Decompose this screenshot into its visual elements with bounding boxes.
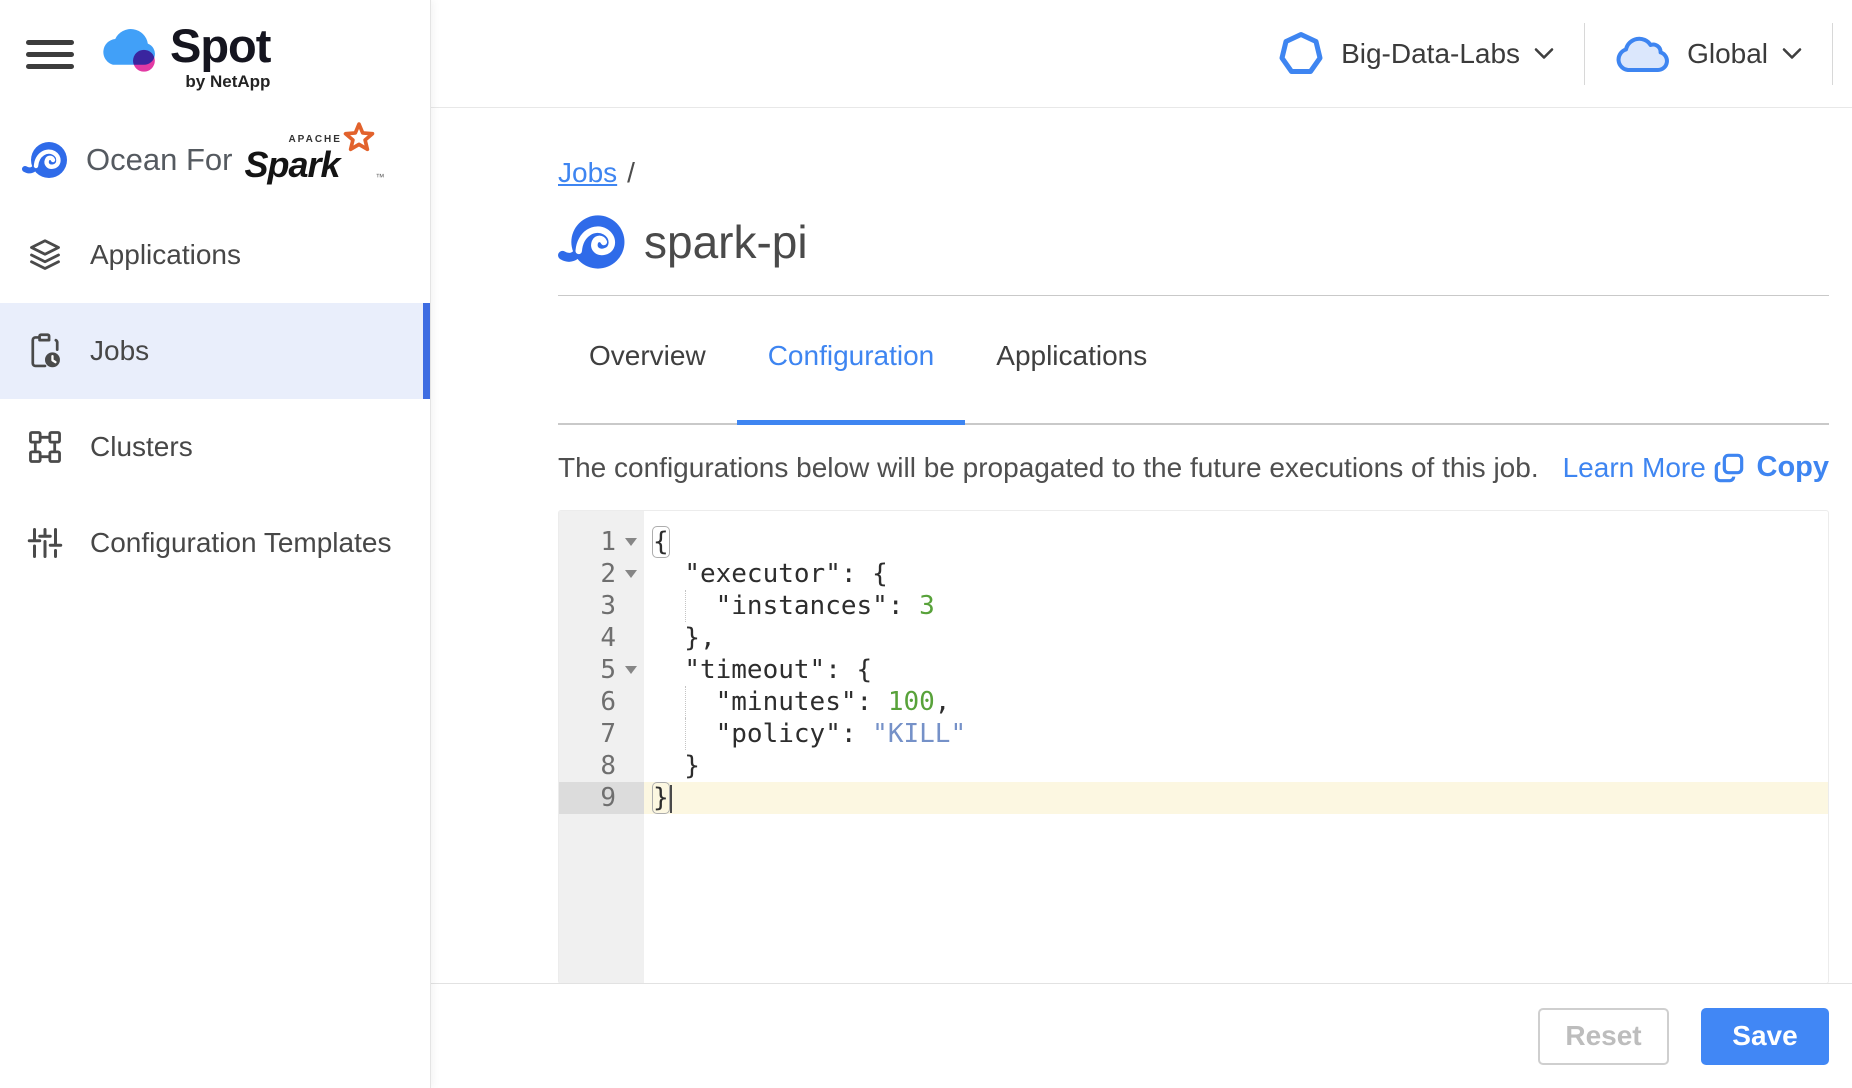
spot-logo: Spot by NetApp	[98, 22, 270, 92]
code-line[interactable]: "timeout": {	[644, 654, 1828, 686]
heptagon-icon	[1277, 30, 1325, 78]
main-content: Jobs / spark-pi Overview Configuration Ap…	[430, 107, 1852, 1088]
config-description: The configurations below will be propaga…	[558, 452, 1539, 484]
brand-byline: by NetApp	[170, 72, 270, 92]
sidebar-item-label: Jobs	[90, 335, 149, 367]
sidebar-item-jobs[interactable]: Jobs	[0, 303, 430, 399]
sidebar-item-configuration-templates[interactable]: Configuration Templates	[0, 495, 430, 591]
code-line[interactable]: "instances": 3	[644, 590, 1828, 622]
scope-label: Global	[1687, 38, 1768, 70]
gutter-line: 9	[559, 782, 644, 814]
gutter-line: 8	[559, 750, 644, 782]
sidebar-item-label: Configuration Templates	[90, 527, 391, 559]
code-line[interactable]: "executor": {	[644, 558, 1828, 590]
clipboard-clock-icon	[26, 332, 64, 370]
title-row: spark-pi	[558, 211, 1829, 273]
org-picker[interactable]: Big-Data-Labs	[1277, 30, 1554, 78]
code-line[interactable]: {	[644, 526, 1828, 558]
header-divider	[1832, 23, 1833, 85]
brand-name: Spot	[170, 22, 270, 70]
gutter-line-foldable[interactable]: 1	[559, 526, 644, 558]
spark-trademark: ™	[375, 172, 384, 182]
gutter-line: 4	[559, 622, 644, 654]
org-label: Big-Data-Labs	[1341, 38, 1520, 70]
code-line[interactable]: "policy": "KILL"	[644, 718, 1828, 750]
editor-code-area[interactable]: { "executor": { "instances": 3 }, "timeo…	[644, 511, 1828, 983]
sidebar-item-label: Applications	[90, 239, 241, 271]
tab-bar: Overview Configuration Applications	[558, 340, 1829, 425]
editor-gutter: 123456789	[559, 511, 644, 983]
sliders-icon	[26, 525, 64, 561]
code-line[interactable]: "minutes": 100,	[644, 686, 1828, 718]
gutter-line: 3	[559, 590, 644, 622]
json-config-editor[interactable]: 123456789 { "executor": { "instances": 3…	[558, 510, 1829, 984]
chevron-down-icon	[1534, 47, 1554, 60]
product-prefix: Ocean For	[86, 142, 232, 178]
code-line-active[interactable]: }	[644, 782, 1828, 814]
gutter-line: 6	[559, 686, 644, 718]
text-cursor	[670, 785, 672, 813]
breadcrumb-separator: /	[627, 157, 635, 188]
gutter-line-foldable[interactable]: 2	[559, 558, 644, 590]
cluster-nodes-icon	[26, 429, 64, 465]
hamburger-menu-icon[interactable]	[26, 40, 74, 70]
sidebar-item-applications[interactable]: Applications	[0, 207, 430, 303]
page-title: spark-pi	[644, 215, 808, 269]
code-line[interactable]: },	[644, 622, 1828, 654]
copy-icon	[1713, 452, 1745, 484]
gutter-line-foldable[interactable]: 5	[559, 654, 644, 686]
job-wave-icon	[558, 211, 626, 273]
learn-more-link[interactable]: Learn More	[1563, 452, 1706, 484]
tab-applications[interactable]: Applications	[965, 340, 1178, 423]
breadcrumb-jobs-link[interactable]: Jobs	[558, 157, 617, 188]
sidebar-item-clusters[interactable]: Clusters	[0, 399, 430, 495]
gutter-line: 7	[559, 718, 644, 750]
spark-star-icon	[342, 122, 376, 156]
top-header: Big-Data-Labs Global	[430, 0, 1852, 108]
sidebar-nav: Applications Jobs	[0, 207, 430, 591]
reset-button[interactable]: Reset	[1538, 1008, 1669, 1065]
code-line[interactable]: }	[644, 750, 1828, 782]
action-footer: Reset Save	[430, 983, 1852, 1088]
layers-icon	[26, 237, 64, 273]
cloud-icon	[1615, 33, 1671, 75]
title-divider	[558, 295, 1829, 296]
chevron-down-icon	[1782, 47, 1802, 60]
breadcrumb: Jobs /	[558, 157, 1829, 189]
tab-overview[interactable]: Overview	[558, 340, 737, 423]
ocean-wave-icon	[22, 139, 68, 181]
copy-label: Copy	[1757, 451, 1830, 484]
header-divider	[1584, 23, 1585, 85]
apache-spark-logo: APACHE Spark ™	[244, 136, 364, 184]
ocean-for-spark-logo: Ocean For APACHE Spark ™	[22, 136, 364, 184]
sidebar: Spot by NetApp Ocean For APACHE Spark	[0, 0, 431, 1088]
save-button[interactable]: Save	[1701, 1008, 1829, 1065]
config-description-row: The configurations below will be propaga…	[558, 451, 1829, 484]
spot-cloud-icon	[98, 22, 160, 80]
spark-word: Spark	[244, 144, 339, 186]
tab-configuration[interactable]: Configuration	[737, 340, 966, 423]
scope-picker[interactable]: Global	[1615, 33, 1802, 75]
copy-button[interactable]: Copy	[1713, 451, 1830, 484]
app-window: Spot by NetApp Ocean For APACHE Spark	[0, 0, 1852, 1088]
sidebar-item-label: Clusters	[90, 431, 193, 463]
